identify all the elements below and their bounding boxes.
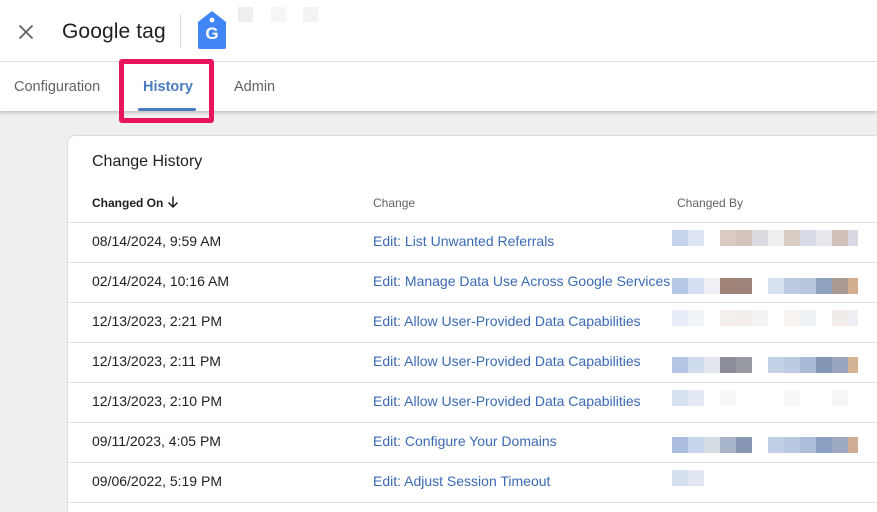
redacted-user (784, 310, 800, 326)
redacted-user (672, 390, 688, 406)
title-divider (180, 14, 181, 48)
row-divider (68, 302, 877, 303)
redacted-user (784, 230, 800, 246)
redacted-user (688, 310, 704, 326)
redacted-user (768, 357, 784, 373)
redacted-user (688, 357, 704, 373)
redacted-user (816, 230, 832, 246)
row-changed-on: 12/13/2023, 2:10 PM (92, 393, 222, 409)
redacted-user (736, 437, 752, 453)
redacted-user (736, 230, 752, 246)
row-divider (68, 462, 877, 463)
redacted-user (720, 310, 736, 326)
row-changed-on: 12/13/2023, 2:11 PM (92, 353, 221, 369)
redacted-user (848, 230, 858, 246)
row-changed-on: 02/14/2024, 10:16 AM (92, 273, 229, 289)
row-divider (68, 382, 877, 383)
redacted-user (720, 437, 736, 453)
redacted-block (271, 7, 286, 22)
redacted-user (736, 278, 752, 294)
row-change-link[interactable]: Edit: Configure Your Domains (373, 433, 557, 449)
row-change-link[interactable]: Edit: List Unwanted Referrals (373, 233, 554, 249)
redacted-user (688, 390, 704, 406)
tab-admin[interactable]: Admin (234, 62, 275, 111)
redacted-user (672, 357, 688, 373)
row-change-link[interactable]: Edit: Allow User-Provided Data Capabilit… (373, 353, 641, 369)
redacted-user (688, 230, 704, 246)
redacted-user (800, 278, 816, 294)
redacted-user (704, 437, 720, 453)
close-icon[interactable] (14, 20, 38, 44)
redacted-user (832, 390, 848, 406)
redacted-user (720, 230, 736, 246)
redacted-user (768, 230, 784, 246)
column-header-changed-on[interactable]: Changed On (92, 196, 163, 210)
redacted-user (848, 357, 858, 373)
redacted-user (784, 437, 800, 453)
row-change-link[interactable]: Edit: Allow User-Provided Data Capabilit… (373, 313, 641, 329)
redacted-block (238, 7, 253, 22)
row-changed-on: 09/06/2022, 5:19 PM (92, 473, 222, 489)
redacted-user (832, 310, 848, 326)
top-bar: Google tag G (0, 0, 877, 62)
redacted-user (832, 357, 848, 373)
row-changed-on: 08/14/2024, 9:59 AM (92, 233, 222, 249)
redacted-block (303, 7, 318, 22)
redacted-user (800, 357, 816, 373)
redacted-user (752, 310, 768, 326)
redacted-user (800, 310, 816, 326)
redacted-user (848, 437, 858, 453)
history-tab-highlight (119, 59, 214, 123)
redacted-user (752, 230, 768, 246)
tag-logo-letter: G (205, 24, 219, 43)
redacted-user (784, 357, 800, 373)
redacted-user (832, 437, 848, 453)
row-divider (68, 502, 877, 503)
row-change-link[interactable]: Edit: Allow User-Provided Data Capabilit… (373, 393, 641, 409)
redacted-user (720, 390, 736, 406)
redacted-user (720, 278, 736, 294)
card-title: Change History (92, 153, 203, 170)
row-change-link[interactable]: Edit: Adjust Session Timeout (373, 473, 550, 489)
redacted-user (768, 278, 784, 294)
redacted-user (688, 437, 704, 453)
redacted-user (704, 357, 720, 373)
redacted-user (672, 437, 688, 453)
redacted-user (800, 230, 816, 246)
redacted-user (816, 278, 832, 294)
redacted-user (672, 310, 688, 326)
redacted-user (784, 390, 800, 406)
redacted-user (816, 357, 832, 373)
redacted-user (848, 278, 858, 294)
redacted-user (704, 278, 720, 294)
redacted-user (672, 230, 688, 246)
row-changed-on: 12/13/2023, 2:21 PM (92, 313, 222, 329)
redacted-user (688, 278, 704, 294)
redacted-user (848, 310, 858, 326)
redacted-user (832, 278, 848, 294)
app-title: Google tag (62, 20, 166, 43)
row-changed-on: 09/11/2023, 4:05 PM (92, 433, 221, 449)
redacted-user (832, 230, 848, 246)
redacted-user (688, 470, 704, 486)
redacted-user (800, 437, 816, 453)
column-header-changed-by: Changed By (677, 196, 744, 210)
sort-arrow-down-icon[interactable] (166, 195, 180, 209)
redacted-user (736, 310, 752, 326)
redacted-user (672, 278, 688, 294)
redacted-user (768, 437, 784, 453)
redacted-user (672, 470, 688, 486)
header-divider (68, 222, 877, 223)
row-change-link[interactable]: Edit: Manage Data Use Across Google Serv… (373, 273, 670, 289)
redacted-user (720, 357, 736, 373)
tab-configuration[interactable]: Configuration (14, 62, 100, 111)
column-header-change: Change (373, 196, 416, 210)
redacted-user (736, 357, 752, 373)
redacted-user (784, 278, 800, 294)
redacted-user (816, 437, 832, 453)
